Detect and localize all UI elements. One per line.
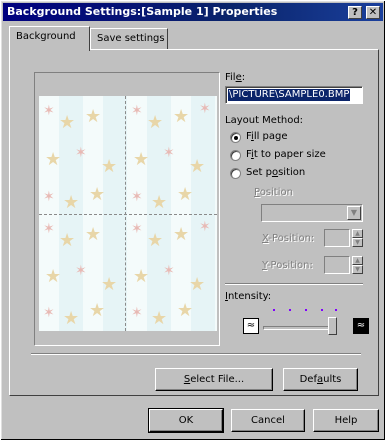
file-path-value: \PICTURE\SAMPLE0.BMP bbox=[228, 89, 351, 101]
pink-star-icon: ✶ bbox=[163, 263, 175, 279]
position-label: Position bbox=[254, 187, 293, 198]
intensity-slider-track[interactable] bbox=[263, 326, 337, 330]
high-intensity-icon: ≈ bbox=[353, 318, 369, 334]
yellow-star-icon: ★ bbox=[173, 106, 190, 127]
y-position-field[interactable] bbox=[324, 256, 350, 274]
pink-star-icon: ✶ bbox=[199, 101, 211, 117]
file-path-field[interactable]: \PICTURE\SAMPLE0.BMP bbox=[225, 86, 363, 104]
tab-save-settings-label: Save settings bbox=[97, 33, 165, 44]
yellow-star-icon: ★ bbox=[151, 192, 168, 213]
slider-tick bbox=[335, 309, 337, 311]
properties-dialog: Background Settings:[Sample 1] Propertie… bbox=[0, 0, 386, 441]
select-file-button[interactable]: Select File... bbox=[155, 368, 273, 391]
yellow-star-icon: ★ bbox=[59, 112, 76, 133]
yellow-star-icon: ★ bbox=[189, 156, 206, 177]
defaults-button[interactable]: Defaults bbox=[283, 368, 358, 391]
yellow-star-icon: ★ bbox=[133, 149, 150, 170]
pink-star-icon: ✶ bbox=[75, 145, 87, 161]
yellow-star-icon: ★ bbox=[151, 308, 168, 329]
tab-background-label: Background bbox=[16, 31, 76, 42]
slider-tick bbox=[289, 309, 291, 311]
pink-star-icon: ✶ bbox=[131, 189, 143, 205]
yellow-star-icon: ★ bbox=[147, 112, 164, 133]
x-position-field[interactable] bbox=[324, 229, 350, 247]
chevron-down-icon[interactable]: ▼ bbox=[347, 206, 361, 220]
pink-star-icon: ✶ bbox=[43, 305, 55, 321]
yellow-star-icon: ★ bbox=[85, 106, 102, 127]
tab-save-settings[interactable]: Save settings bbox=[90, 28, 168, 50]
set-position-label[interactable]: Set position bbox=[246, 167, 305, 178]
yellow-star-icon: ★ bbox=[63, 308, 80, 329]
set-position-radio[interactable] bbox=[230, 168, 241, 179]
yellow-star-icon: ★ bbox=[45, 266, 62, 287]
slider-tick bbox=[273, 309, 275, 311]
yellow-star-icon: ★ bbox=[59, 230, 76, 251]
window-title: Background Settings:[Sample 1] Propertie… bbox=[7, 5, 278, 18]
yellow-star-icon: ★ bbox=[177, 300, 194, 321]
file-label: File: bbox=[225, 72, 246, 83]
ok-button[interactable]: OK bbox=[148, 408, 224, 433]
low-intensity-icon: ≈ bbox=[243, 318, 259, 334]
yellow-star-icon: ★ bbox=[147, 230, 164, 251]
fit-to-paper-label[interactable]: Fit to paper size bbox=[246, 149, 326, 160]
spin-down-icon[interactable]: ▼ bbox=[352, 265, 363, 274]
spin-up-icon[interactable]: ▲ bbox=[352, 229, 363, 238]
pink-star-icon: ✶ bbox=[131, 221, 143, 237]
cancel-button[interactable]: Cancel bbox=[231, 409, 305, 432]
y-position-spinner[interactable]: ▲ ▼ bbox=[352, 256, 363, 274]
spin-up-icon[interactable]: ▲ bbox=[352, 256, 363, 265]
layout-method-label: Layout Method: bbox=[225, 115, 304, 126]
pink-star-icon: ✶ bbox=[43, 189, 55, 205]
starfish-pattern: ✶ ★ ★ ✶ ★ ★ ✶ ★ ✶ ★ ★ ✶ ★ ✶ ★ ★ ✶ ★ ★ ✶ … bbox=[39, 96, 217, 331]
pink-star-icon: ✶ bbox=[199, 219, 211, 235]
yellow-star-icon: ★ bbox=[173, 224, 190, 245]
pink-star-icon: ✶ bbox=[131, 103, 143, 119]
y-position-label: Y-Position: bbox=[262, 260, 313, 271]
tab-background[interactable]: Background bbox=[9, 26, 90, 51]
separator bbox=[31, 354, 361, 355]
yellow-star-icon: ★ bbox=[101, 156, 118, 177]
x-position-spinner[interactable]: ▲ ▼ bbox=[352, 229, 363, 247]
fill-page-label[interactable]: Fill page bbox=[246, 131, 288, 142]
intensity-slider-thumb[interactable] bbox=[328, 317, 337, 335]
yellow-star-icon: ★ bbox=[63, 192, 80, 213]
x-position-label: X-Position: bbox=[262, 233, 315, 244]
position-dropdown[interactable]: ▼ bbox=[261, 204, 363, 222]
spin-down-icon[interactable]: ▼ bbox=[352, 238, 363, 247]
question-icon[interactable]: ? bbox=[348, 6, 362, 19]
slider-tick bbox=[305, 309, 307, 311]
fit-to-paper-radio[interactable] bbox=[230, 150, 241, 161]
pink-star-icon: ✶ bbox=[131, 305, 143, 321]
yellow-star-icon: ★ bbox=[133, 266, 150, 287]
yellow-star-icon: ★ bbox=[89, 184, 106, 205]
slider-tick bbox=[321, 309, 323, 311]
yellow-star-icon: ★ bbox=[89, 300, 106, 321]
pink-star-icon: ✶ bbox=[163, 145, 175, 161]
pink-star-icon: ✶ bbox=[43, 221, 55, 237]
pink-star-icon: ✶ bbox=[43, 103, 55, 119]
title-bar[interactable]: Background Settings:[Sample 1] Propertie… bbox=[3, 3, 383, 21]
yellow-star-icon: ★ bbox=[189, 274, 206, 295]
help-button[interactable]: Help bbox=[313, 409, 379, 432]
fill-page-radio[interactable] bbox=[230, 132, 241, 143]
yellow-star-icon: ★ bbox=[85, 224, 102, 245]
yellow-star-icon: ★ bbox=[45, 149, 62, 170]
close-icon[interactable]: ✕ bbox=[366, 6, 380, 19]
pink-star-icon: ✶ bbox=[75, 263, 87, 279]
page-break-horizontal bbox=[39, 214, 217, 215]
yellow-star-icon: ★ bbox=[101, 274, 118, 295]
intensity-label: Intensity: bbox=[225, 291, 272, 302]
separator bbox=[225, 284, 363, 285]
yellow-star-icon: ★ bbox=[177, 184, 194, 205]
